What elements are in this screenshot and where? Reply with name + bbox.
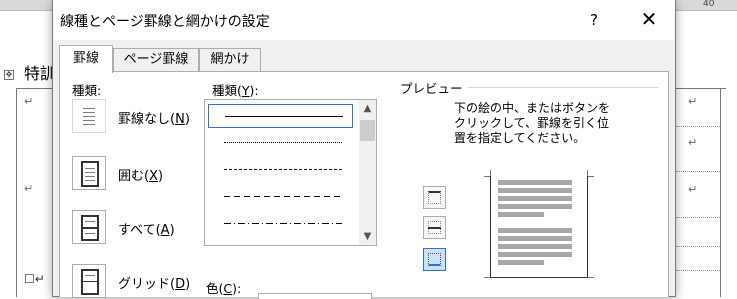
table-border <box>16 88 17 297</box>
top-border-icon[interactable] <box>423 186 446 209</box>
ruler-number: 40 <box>703 0 715 9</box>
preview-instruction-line: 置を指定してください。 <box>454 131 586 145</box>
setting-none-label: 罫線なし(N) <box>118 112 190 127</box>
table-move-handle-icon[interactable]: ✥ <box>4 70 14 80</box>
table-gridline <box>676 171 720 172</box>
table-gridline <box>676 246 720 247</box>
setting-all-label: すべて(A) <box>118 223 175 238</box>
preview-group-rule <box>468 87 658 88</box>
preview-instruction-line: クリックして、罫線を引く位 <box>454 116 610 130</box>
table-border <box>16 88 52 89</box>
preview-label: プレビュー <box>400 81 463 96</box>
table-gridline <box>676 270 720 271</box>
color-label: 色(C): <box>206 281 242 296</box>
close-button[interactable]: ✕ <box>636 8 662 32</box>
borders-and-shading-dialog: 線種とページ罫線と網かけの設定 ? ✕ 罫線 ページ罫線 網かけ 種類: 罫線な… <box>52 0 676 299</box>
scrollbar-thumb[interactable] <box>360 120 375 141</box>
no-border-icon[interactable] <box>72 99 106 133</box>
scroll-up-arrow-icon[interactable]: ▲ <box>359 100 376 117</box>
grid-border-icon[interactable] <box>72 264 106 298</box>
color-dropdown[interactable] <box>258 293 372 299</box>
preview-page[interactable] <box>484 170 594 278</box>
help-button[interactable]: ? <box>582 8 606 32</box>
paragraph-mark: ↵ <box>24 95 34 108</box>
box-border-icon[interactable] <box>72 156 106 190</box>
setting-grid-label: グリッド(D) <box>118 277 191 292</box>
line-style-dashed-small[interactable] <box>208 158 353 182</box>
line-style-dash-dot[interactable] <box>208 212 353 236</box>
table-gridline <box>676 126 720 127</box>
table-border <box>676 88 726 89</box>
tab-shading[interactable]: 網かけ <box>199 48 261 71</box>
line-style-list[interactable]: ▲ ▼ <box>204 99 377 246</box>
paragraph-mark: ↵ <box>688 95 698 108</box>
setting-label: 種類: <box>72 83 102 98</box>
bottom-border-icon[interactable] <box>423 248 446 271</box>
inside-horizontal-border-icon[interactable] <box>423 216 446 239</box>
paragraph-mark: ↵ <box>24 182 34 195</box>
tab-borders[interactable]: 罫線 <box>59 45 113 73</box>
table-border <box>720 88 721 297</box>
line-style-solid[interactable] <box>208 104 353 128</box>
dialog-titlebar[interactable]: 線種とページ罫線と網かけの設定 ? ✕ <box>53 0 675 40</box>
setting-box-label: 囲む(X) <box>118 169 164 184</box>
paragraph-mark: ↵ <box>688 183 698 196</box>
table-gridline <box>676 217 720 218</box>
tab-panel-borders: 種類: 罫線なし(N) 囲む(X) すべて(A) グリッド(D) 種類(Y): … <box>59 71 669 299</box>
scroll-down-arrow-icon[interactable]: ▼ <box>359 228 376 245</box>
tab-page-border[interactable]: ページ罫線 <box>113 48 199 71</box>
checkbox-mark: ☐↵ <box>24 272 45 286</box>
dialog-title: 線種とページ罫線と網かけの設定 <box>60 14 270 30</box>
horizontal-ruler-right: 40 <box>676 0 737 11</box>
line-style-dashed[interactable] <box>208 185 353 209</box>
style-list-scrollbar[interactable]: ▲ ▼ <box>359 100 376 245</box>
horizontal-ruler-left <box>0 0 52 11</box>
style-label: 種類(Y): <box>212 83 259 98</box>
preview-instruction-line: 下の絵の中、またはボタンを <box>454 101 611 115</box>
line-style-dotted[interactable] <box>208 131 353 155</box>
paragraph-mark: ↵ <box>688 136 698 149</box>
all-borders-icon[interactable] <box>72 210 106 244</box>
